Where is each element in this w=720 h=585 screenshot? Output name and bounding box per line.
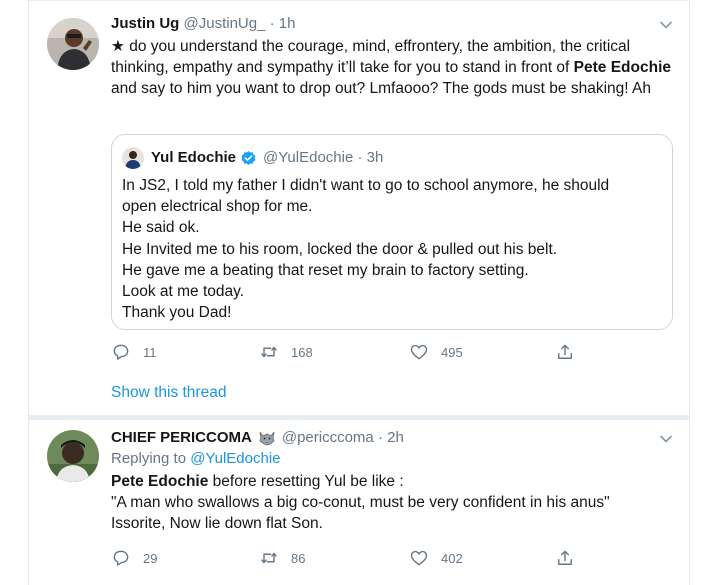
tweet-header: CHIEF PERICCOMA @pericccoma · 2h (111, 428, 671, 448)
chevron-down-icon[interactable] (659, 18, 673, 32)
quoted-tweet-header: Yul Edochie @YulEdochie · 3h (122, 147, 383, 169)
tweet-text: Pete Edochie before resetting Yul be lik… (111, 471, 671, 534)
retweet-button[interactable]: 168 (259, 342, 313, 362)
quoted-text-line: He gave me a beating that reset my brain… (122, 261, 529, 279)
tweet-body: CHIEF PERICCOMA @pericccoma · 2h Replyin… (111, 428, 671, 534)
quoted-tweet[interactable]: Yul Edochie @YulEdochie · 3h In JS2, I t… (111, 134, 673, 330)
avatar[interactable] (47, 430, 99, 482)
retweet-count: 86 (291, 550, 306, 566)
separator: · (269, 15, 275, 32)
separator: · (357, 149, 363, 166)
tweet-text-line: "A man who swallows a big co-conut, must… (111, 494, 610, 511)
retweet-count: 168 (291, 344, 313, 360)
quoted-author-handle[interactable]: @YulEdochie (263, 148, 353, 168)
retweet-button[interactable]: 86 (259, 548, 305, 568)
quoted-timestamp[interactable]: 3h (367, 148, 384, 168)
tweet-text-part: ★ do you understand the courage, mind, e… (111, 38, 631, 76)
replying-to-prefix: Replying to (111, 450, 191, 467)
like-count: 402 (441, 550, 463, 566)
quoted-text-line: open electrical shop for me. (122, 198, 313, 216)
replying-to: Replying to @YulEdochie (111, 448, 671, 469)
quoted-text-line: In JS2, I told my father I didn't want t… (122, 177, 610, 194)
author-name[interactable]: CHIEF PERICCOMA (111, 428, 252, 448)
like-count: 495 (441, 344, 463, 360)
author-name[interactable]: Justin Ug (111, 15, 179, 32)
replying-to-handle[interactable]: @YulEdochie (190, 450, 280, 467)
quoted-text-line: Thank you Dad! (122, 304, 232, 322)
quoted-tweet-text: In JS2, I told my father I didn't want t… (122, 175, 658, 323)
quoted-text-line: He Invited me to his room, locked the do… (122, 240, 558, 258)
like-icon (410, 550, 428, 566)
tweet-text-line: Pete Edochie before resetting Yul be lik… (111, 471, 671, 492)
author-handle[interactable]: @JustinUg_ (184, 15, 266, 32)
quoted-text-line: He said ok. (122, 219, 200, 237)
share-button[interactable] (555, 548, 587, 568)
reply-count: 29 (143, 550, 158, 566)
show-thread-link[interactable]: Show this thread (111, 384, 226, 402)
reply-icon (113, 550, 129, 566)
retweet-icon (261, 552, 277, 564)
verified-icon (241, 150, 256, 165)
tweet-text-bold: Pete Edochie (111, 473, 209, 490)
tweet-text-part: before resetting Yul be like : (208, 473, 404, 490)
share-icon (558, 550, 572, 565)
tweet-header: Justin Ug @JustinUg_ · 1h (111, 14, 671, 34)
reply-count: 11 (143, 344, 157, 360)
quoted-avatar (122, 147, 144, 169)
separator: · (377, 429, 383, 446)
timeline: Justin Ug @JustinUg_ · 1h ★ do you under… (28, 0, 690, 585)
timestamp[interactable]: 1h (279, 15, 296, 32)
author-handle[interactable]: @pericccoma (282, 428, 374, 448)
wolf-emoji-icon (259, 431, 275, 446)
tweet[interactable]: CHIEF PERICCOMA @pericccoma · 2h Replyin… (29, 420, 689, 585)
like-button[interactable]: 495 (409, 342, 463, 362)
timestamp[interactable]: 2h (387, 428, 404, 448)
like-button[interactable]: 402 (409, 548, 463, 568)
avatar[interactable] (47, 18, 99, 70)
tweet-text-line: Issorite, Now lie down flat Son. (111, 515, 323, 532)
quoted-author-name[interactable]: Yul Edochie (151, 148, 236, 168)
tweet-actions: 29 86 402 (111, 548, 591, 570)
retweet-icon (261, 346, 277, 358)
reply-icon (113, 344, 129, 360)
chevron-down-icon[interactable] (659, 432, 673, 446)
tweet-actions: 11 168 495 (111, 342, 591, 364)
tweet-text-bold: Pete Edochie (573, 59, 672, 76)
tweet-text-part: and say to him you want to drop out? Lmf… (111, 80, 651, 97)
reply-button[interactable]: 29 (111, 548, 157, 568)
quoted-text-line: Look at me today. (122, 283, 245, 301)
tweet[interactable]: Justin Ug @JustinUg_ · 1h ★ do you under… (29, 0, 689, 415)
like-icon (410, 344, 428, 360)
share-icon (558, 344, 572, 359)
tweet-body: Justin Ug @JustinUg_ · 1h ★ do you under… (111, 14, 671, 99)
tweet-text: ★ do you understand the courage, mind, e… (111, 36, 671, 99)
share-button[interactable] (555, 342, 587, 362)
reply-button[interactable]: 11 (111, 342, 157, 362)
